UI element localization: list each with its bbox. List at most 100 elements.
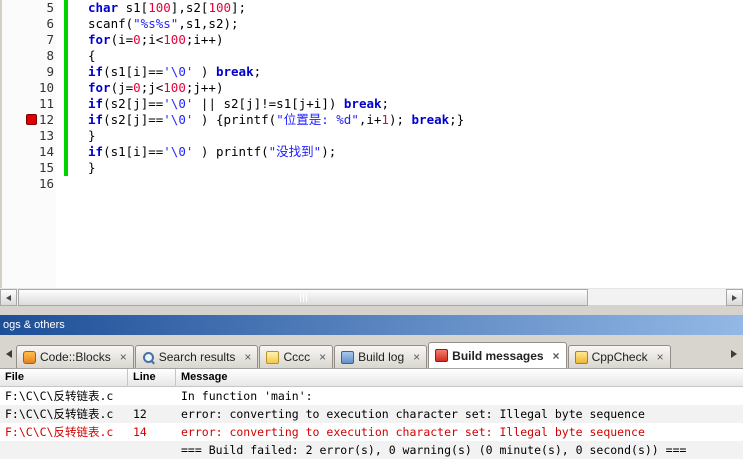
gutter-row[interactable]: 10: [2, 80, 56, 96]
message-cell-line: [128, 441, 176, 459]
scroll-left-icon: [6, 350, 12, 358]
build-messages-icon: [435, 349, 449, 362]
code-line: scanf("%s%s",s1,s2);: [88, 16, 239, 31]
line-number: 11: [38, 96, 54, 111]
breakpoint-icon[interactable]: [26, 114, 37, 125]
line-number: 7: [46, 32, 54, 47]
message-row[interactable]: F:\C\C\反转链表.c 14 error: converting to exec…: [0, 423, 743, 441]
line-number: 5: [46, 0, 54, 15]
code-line: if(s1[i]=='\0' ) printf("没找到");: [88, 144, 337, 159]
tab-search-results[interactable]: Search results ×: [134, 345, 259, 368]
close-icon[interactable]: ×: [120, 351, 127, 363]
message-list: F:\C\C\反转链表.c In function 'main': F:\C\C\反…: [0, 387, 743, 459]
tab-label: Build log: [358, 350, 405, 364]
cppcheck-icon: [574, 350, 588, 364]
message-cell-message: error: converting to execution character…: [181, 407, 645, 421]
scroll-right-button[interactable]: [726, 289, 743, 306]
line-number: 16: [38, 176, 54, 191]
scroll-right-icon: [732, 294, 737, 301]
message-cell-file: F:\C\C\反转链表.c: [5, 425, 114, 439]
close-icon[interactable]: ×: [413, 351, 420, 363]
close-icon[interactable]: ×: [319, 351, 326, 363]
editor-gutter[interactable]: 5 6 7 8 9 10 11 12 13 14 15 16: [2, 0, 56, 288]
codeblocks-icon: [23, 350, 36, 364]
code-line: if(s2[j]=='\0' ) {printf("位置是: %d",i+1);…: [88, 112, 465, 127]
line-number: 14: [38, 144, 54, 159]
horizontal-scrollbar[interactable]: [0, 288, 743, 306]
tab-scroll-left[interactable]: [2, 344, 16, 364]
code-line: char s1[100],s2[100];: [88, 0, 247, 15]
line-number: 13: [38, 128, 54, 143]
message-cell-line: [128, 387, 176, 405]
line-number: 15: [38, 160, 54, 175]
cccc-icon: [266, 350, 280, 364]
thumb-grip-icon: [299, 293, 301, 302]
logs-panel-caption[interactable]: ogs & others: [0, 315, 743, 335]
column-header-file[interactable]: File: [0, 369, 128, 386]
code-line: for(i=0;i<100;i++): [88, 32, 224, 47]
tab-bar: Code::Blocks × Search results × Cccc × Build l…: [0, 335, 743, 369]
gutter-row[interactable]: 15: [2, 160, 56, 176]
code-line: {: [88, 48, 96, 63]
search-icon: [142, 351, 155, 364]
gutter-row[interactable]: 11: [2, 96, 56, 112]
line-number: 9: [46, 64, 54, 79]
scrollbar-thumb[interactable]: [18, 289, 588, 306]
tab-scroll-right[interactable]: [727, 344, 741, 364]
ide-window: 5 6 7 8 9 10 11 12 13 14 15 16 char s1[100],s2[100]…: [0, 0, 743, 471]
splitter-sash[interactable]: [0, 305, 743, 315]
line-number: 10: [38, 80, 54, 95]
message-cell-line: 14: [133, 425, 147, 439]
message-cell-file: F:\C\C\反转链表.c: [5, 407, 114, 421]
message-cell-message: In function 'main':: [181, 389, 313, 403]
code-line: if(s1[i]=='\0' ) break;: [88, 64, 262, 79]
tab-label: Code::Blocks: [40, 350, 111, 364]
build-log-icon: [341, 350, 355, 364]
column-header-line[interactable]: Line: [128, 369, 176, 386]
close-icon[interactable]: ×: [657, 351, 664, 363]
line-number: 8: [46, 48, 54, 63]
tab-build-messages[interactable]: Build messages ×: [428, 342, 567, 368]
code-lines: char s1[100],s2[100]; scanf("%s%s",s1,s2)…: [88, 0, 743, 192]
logs-panel-title: ogs & others: [3, 319, 65, 331]
code-line: }: [88, 128, 96, 143]
gutter-row[interactable]: 5: [2, 0, 56, 16]
gutter-row[interactable]: 7: [2, 32, 56, 48]
scroll-right-icon: [731, 350, 737, 358]
message-row[interactable]: === Build failed: 2 error(s), 0 warning(…: [0, 441, 743, 459]
message-cell-message: error: converting to execution character…: [181, 425, 645, 439]
code-editor[interactable]: 5 6 7 8 9 10 11 12 13 14 15 16 char s1[100],s2[100]…: [0, 0, 743, 288]
message-row[interactable]: F:\C\C\反转链表.c In function 'main':: [0, 387, 743, 405]
gutter-row[interactable]: 8: [2, 48, 56, 64]
gutter-row[interactable]: 6: [2, 16, 56, 32]
code-line: }: [88, 160, 96, 175]
thumb-grip-icon: [302, 293, 304, 302]
changed-lines-bar: [64, 0, 68, 176]
close-icon[interactable]: ×: [553, 350, 560, 362]
tab-label: CppCheck: [591, 350, 648, 364]
code-line: if(s2[j]=='\0' || s2[j]!=s1[j+i]) break;: [88, 96, 390, 111]
message-cell-message: === Build failed: 2 error(s), 0 warning(…: [181, 443, 687, 457]
tab-label: Cccc: [283, 350, 311, 364]
tab-build-log[interactable]: Build log ×: [334, 345, 428, 368]
tab-cccc[interactable]: Cccc ×: [259, 345, 334, 368]
message-cell-file: F:\C\C\反转链表.c: [5, 389, 114, 403]
gutter-row[interactable]: 12: [2, 112, 56, 128]
scroll-left-button[interactable]: [0, 289, 17, 306]
tab-cppcheck[interactable]: CppCheck ×: [567, 345, 671, 368]
gutter-row[interactable]: 13: [2, 128, 56, 144]
message-list-header: File Line Message: [0, 369, 743, 387]
gutter-row[interactable]: 14: [2, 144, 56, 160]
gutter-row[interactable]: 16: [2, 176, 56, 192]
column-header-message[interactable]: Message: [176, 369, 743, 386]
message-row[interactable]: F:\C\C\反转链表.c 12 error: converting to exec…: [0, 405, 743, 423]
close-icon[interactable]: ×: [244, 351, 251, 363]
line-number: 12: [38, 112, 54, 127]
tab-code-blocks[interactable]: Code::Blocks ×: [16, 345, 134, 368]
thumb-grip-icon: [305, 293, 307, 302]
line-number: 6: [46, 16, 54, 31]
tab-label: Search results: [158, 350, 236, 364]
gutter-row[interactable]: 9: [2, 64, 56, 80]
tab-label: Build messages: [452, 348, 544, 363]
